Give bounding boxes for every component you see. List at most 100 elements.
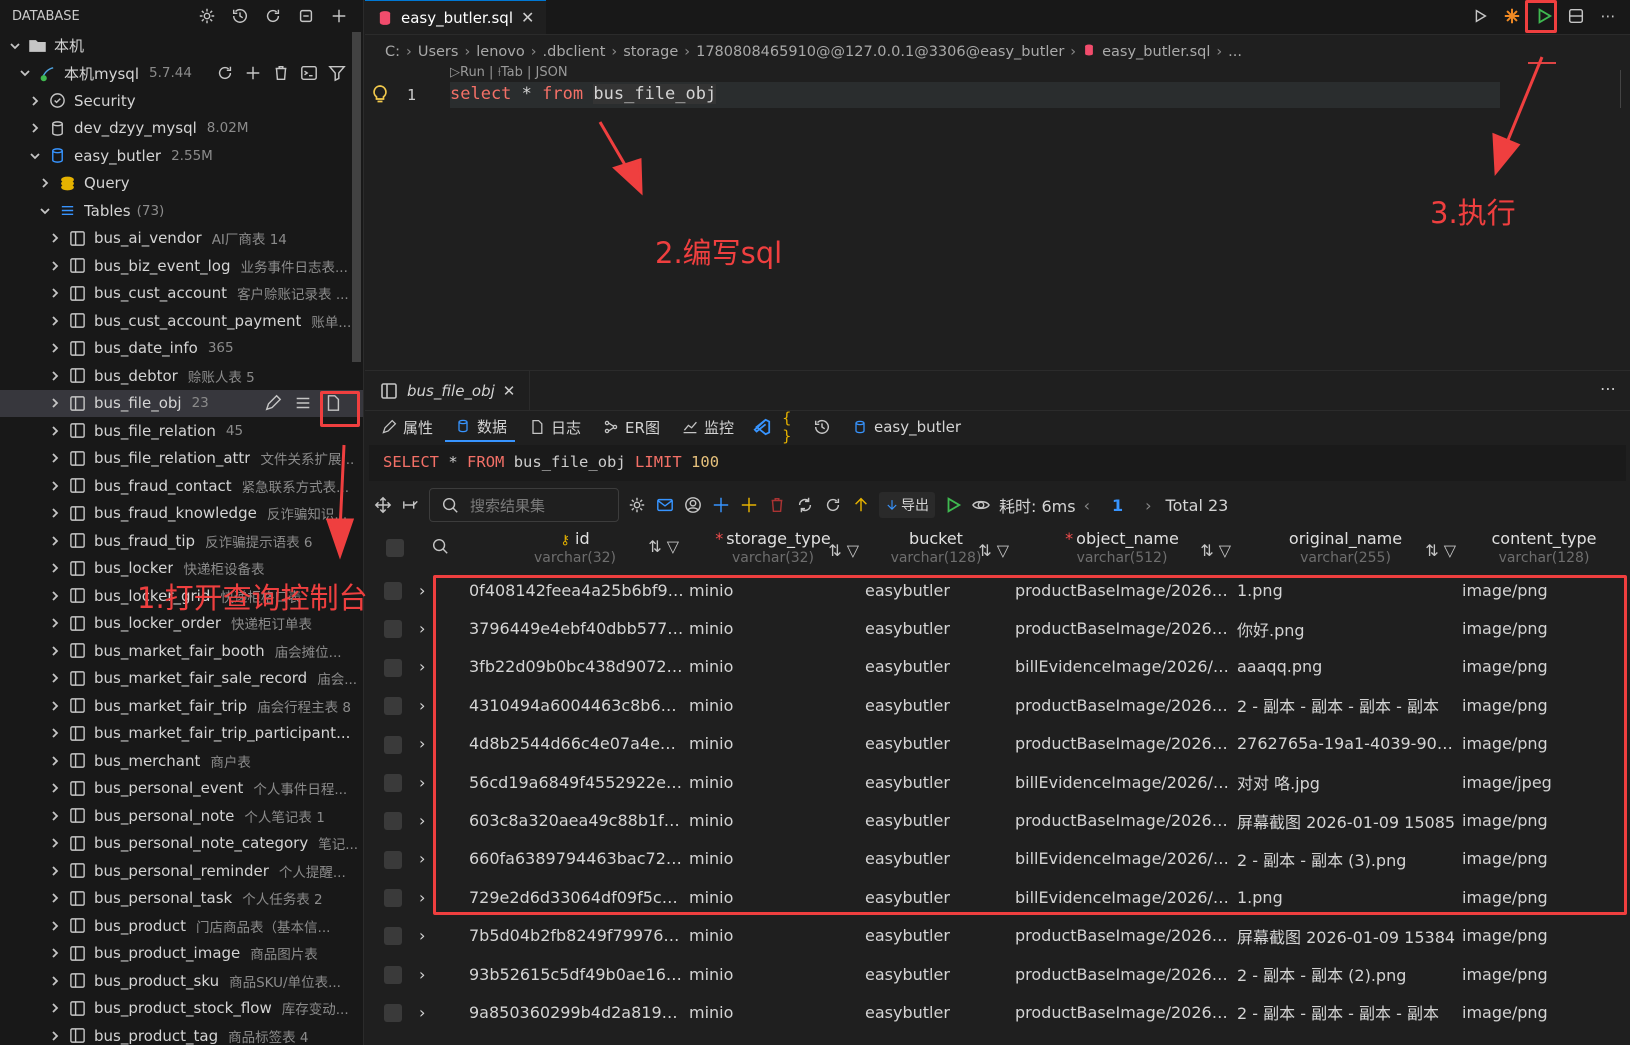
- codelens-actions[interactable]: ▷Run | ⟊Tab | JSON: [450, 65, 568, 80]
- filter-icon[interactable]: [327, 63, 347, 83]
- tree-node-tables[interactable]: Tables (73): [0, 197, 363, 225]
- next-page-icon[interactable]: ›: [1145, 496, 1151, 515]
- table-item[interactable]: bus_biz_event_log 业务事件日志表...: [0, 252, 363, 280]
- row-checkbox[interactable]: [384, 889, 402, 908]
- refresh-icon[interactable]: [263, 6, 283, 26]
- table-cell[interactable]: easybutler: [861, 917, 1011, 955]
- row-expand-icon[interactable]: ›: [415, 917, 465, 955]
- breadcrumb-segment[interactable]: storage: [623, 44, 678, 60]
- breadcrumb-segment[interactable]: 1780808465910@@127.0.0.1@3306@easy_butle…: [696, 44, 1064, 60]
- row-checkbox-cell[interactable]: [365, 648, 415, 686]
- sort-filter-icons[interactable]: ⇅ ▽: [648, 537, 679, 556]
- column-header-original-name[interactable]: original_name varchar(255) ⇅ ▽: [1233, 523, 1458, 571]
- tab-er-diagram[interactable]: ER图: [593, 412, 668, 442]
- settings-icon[interactable]: [197, 6, 217, 26]
- search-input[interactable]: 搜索结果集: [429, 488, 619, 522]
- table-item[interactable]: bus_date_info 365: [0, 335, 363, 363]
- mail-icon[interactable]: [655, 495, 675, 515]
- sidebar-scrollbar[interactable]: [352, 32, 361, 362]
- terminal-icon[interactable]: [299, 63, 319, 83]
- breadcrumb-segment[interactable]: easy_butler.sql: [1102, 44, 1210, 60]
- table-row[interactable]: › 7b5d04b2fb8249f79976b77 minio easybutler p…: [365, 917, 1630, 955]
- table-item[interactable]: bus_personal_reminder 个人提醒...: [0, 857, 363, 885]
- editor-scrollbar[interactable]: [1620, 70, 1630, 108]
- database-selector[interactable]: easy_butler: [842, 412, 969, 442]
- row-checkbox[interactable]: [384, 735, 402, 754]
- breadcrumb-segment[interactable]: .dbclient: [543, 44, 606, 60]
- table-item[interactable]: bus_cust_account 客户赊账记录表 ...: [0, 280, 363, 308]
- table-cell[interactable]: image/png: [1458, 917, 1630, 955]
- table-item[interactable]: bus_product_stock_flow 库存变动...: [0, 995, 363, 1023]
- row-checkbox-cell[interactable]: [365, 609, 415, 647]
- sort-filter-icons[interactable]: ⇅ ▽: [1200, 541, 1231, 560]
- tree-node-database[interactable]: dev_dzyy_mysql 8.02M: [0, 115, 363, 143]
- table-item[interactable]: bus_product_image 商品图片表: [0, 940, 363, 968]
- row-checkbox[interactable]: [384, 773, 402, 792]
- pin-icon[interactable]: [401, 495, 421, 515]
- table-item[interactable]: bus_fraud_contact 紧急联系方式表...: [0, 472, 363, 500]
- table-item[interactable]: bus_product 门店商品表（基本信...: [0, 912, 363, 940]
- breadcrumb-segment[interactable]: ...: [1228, 44, 1242, 60]
- column-header-storage-type[interactable]: * storage_type varchar(32) ⇅ ▽: [685, 523, 861, 571]
- row-checkbox-cell[interactable]: [365, 571, 415, 609]
- table-item[interactable]: bus_cust_account_payment 账单...: [0, 307, 363, 335]
- vscode-icon[interactable]: [752, 417, 772, 437]
- tab-log[interactable]: 日志: [519, 412, 589, 442]
- add-row-icon[interactable]: [711, 495, 731, 515]
- table-cell[interactable]: image/png: [1458, 955, 1630, 993]
- delete-icon[interactable]: [767, 495, 787, 515]
- lightbulb-icon[interactable]: [371, 84, 389, 108]
- sync-icon[interactable]: [795, 495, 815, 515]
- row-checkbox[interactable]: [384, 850, 402, 869]
- table-cell[interactable]: productBaseImage/2026/03: [1011, 993, 1233, 1031]
- table-cell[interactable]: productBaseImage/2026/01: [1011, 917, 1233, 955]
- table-item[interactable]: bus_ai_vendor AI厂商表 14: [0, 225, 363, 253]
- table-cell[interactable]: 7b5d04b2fb8249f79976b77: [465, 917, 685, 955]
- close-icon[interactable]: ✕: [503, 382, 516, 400]
- row-checkbox[interactable]: [384, 1004, 402, 1023]
- table-item[interactable]: bus_fraud_knowledge 反诈骗知识...: [0, 500, 363, 528]
- row-checkbox[interactable]: [384, 812, 402, 831]
- table-row[interactable]: › 9a850360299b4d2a81950a5 minio easybutler p…: [365, 993, 1630, 1031]
- editor-tab[interactable]: easy_butler.sql ✕: [365, 0, 547, 34]
- table-item[interactable]: bus_file_relation_attr 文件关系扩展...: [0, 445, 363, 473]
- move-icon[interactable]: [373, 495, 393, 515]
- sparkle-icon[interactable]: [1502, 6, 1522, 26]
- table-item[interactable]: bus_personal_note_category 笔记...: [0, 830, 363, 858]
- search-column-cell[interactable]: [415, 523, 465, 571]
- row-checkbox[interactable]: [384, 965, 402, 984]
- column-header-id[interactable]: ⚷ id varchar(32) ⇅ ▽: [465, 523, 685, 571]
- run-icon[interactable]: [943, 495, 963, 515]
- table-cell[interactable]: easybutler: [861, 955, 1011, 993]
- table-item[interactable]: bus_personal_note 个人笔记表 1: [0, 802, 363, 830]
- braces-icon[interactable]: { }: [782, 409, 802, 445]
- run-outline-icon[interactable]: [1470, 6, 1490, 26]
- table-cell[interactable]: 2 - 副本 - 副本 (2).png: [1233, 955, 1458, 993]
- row-checkbox[interactable]: [384, 927, 402, 946]
- gear-icon[interactable]: [627, 495, 647, 515]
- row-checkbox-cell[interactable]: [365, 763, 415, 801]
- table-cell[interactable]: easybutler: [861, 993, 1011, 1031]
- sort-filter-icons[interactable]: ⇅ ▽: [1425, 541, 1456, 560]
- panel-tab[interactable]: bus_file_obj ✕: [365, 370, 531, 411]
- add-icon[interactable]: [243, 63, 263, 83]
- table-item[interactable]: bus_personal_event 个人事件日程...: [0, 775, 363, 803]
- tree-node-security[interactable]: Security: [0, 87, 363, 115]
- code-text[interactable]: select * from bus_file_obj: [450, 84, 717, 104]
- table-item[interactable]: bus_product_tag 商品标签表 4: [0, 1022, 363, 1045]
- table-item[interactable]: bus_market_fair_trip 庙会行程主表 8: [0, 692, 363, 720]
- list-icon[interactable]: [293, 393, 313, 413]
- table-cell[interactable]: productBaseImage/2026/03: [1011, 955, 1233, 993]
- more-icon[interactable]: ⋯: [1600, 379, 1616, 398]
- table-item[interactable]: bus_market_fair_booth 庙会摊位...: [0, 637, 363, 665]
- table-cell[interactable]: 2 - 副本 - 副本 - 副本 - 副本: [1233, 993, 1458, 1031]
- table-item[interactable]: bus_market_fair_sale_record 庙会...: [0, 665, 363, 693]
- add-connection-icon[interactable]: [329, 6, 349, 26]
- table-item[interactable]: bus_fraud_tip 反诈骗提示语表 6: [0, 527, 363, 555]
- refresh-icon[interactable]: [215, 63, 235, 83]
- sort-filter-icons[interactable]: ⇅ ▽: [978, 541, 1009, 560]
- row-checkbox-cell[interactable]: [365, 686, 415, 724]
- table-cell[interactable]: 93b52615c5df49b0ae16a33: [465, 955, 685, 993]
- row-checkbox-cell[interactable]: [365, 801, 415, 839]
- arrow-up-icon[interactable]: [851, 495, 871, 515]
